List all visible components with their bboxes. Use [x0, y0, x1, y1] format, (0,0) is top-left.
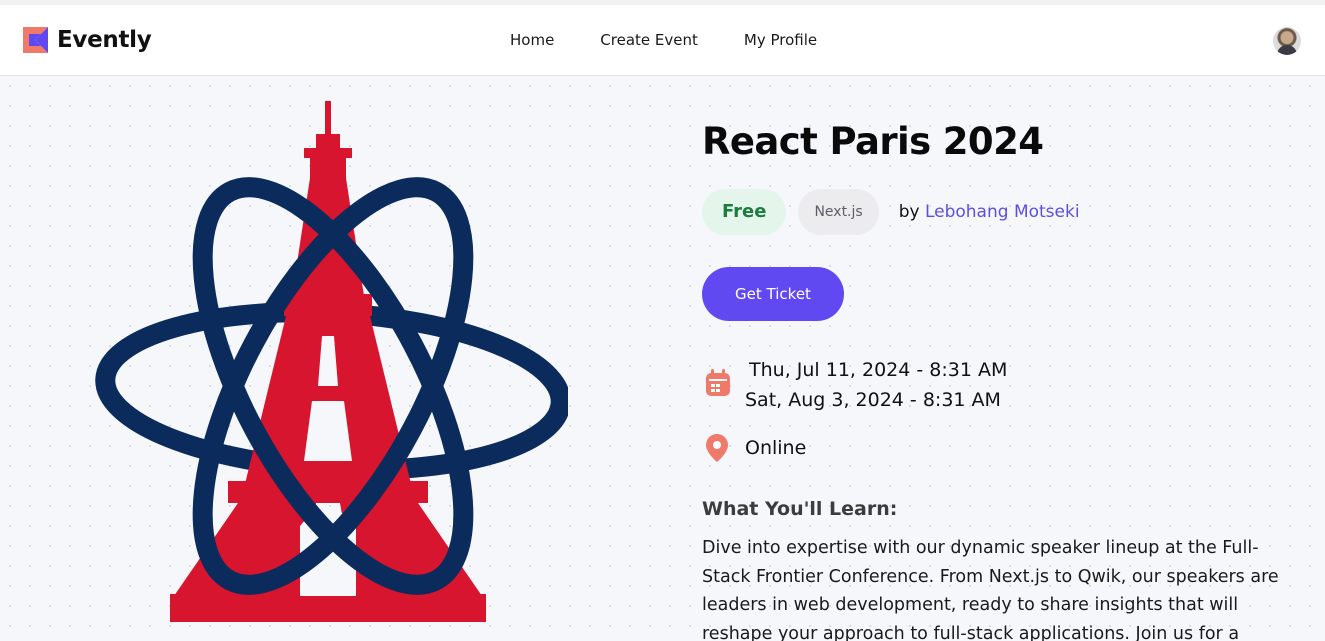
nav-home[interactable]: Home [510, 30, 554, 50]
get-ticket-button[interactable]: Get Ticket [702, 267, 844, 321]
logo[interactable]: Evently [21, 25, 152, 55]
organizer-line: by Lebohang Motseki [899, 202, 1080, 222]
organizer-link[interactable]: Lebohang Motseki [925, 202, 1080, 222]
end-date: Sat, Aug 3, 2024 - 8:31 AM [745, 389, 1001, 411]
calendar-icon [706, 369, 730, 396]
nav-my-profile[interactable]: My Profile [744, 30, 817, 50]
main-nav: Home Create Event My Profile [510, 30, 863, 50]
location-text: Online [745, 437, 807, 459]
event-meta: Free Next.js by Lebohang Motseki [702, 189, 1080, 235]
price-badge: Free [702, 189, 787, 235]
event-description: Dive into expertise with our dynamic spe… [702, 538, 1279, 641]
date-range: Thu, Jul 11, 2024 - 8:31 AM Sat, Aug 3, … [745, 355, 1007, 415]
start-date: Thu, Jul 11, 2024 - 8:31 AM [749, 359, 1008, 381]
event-image [95, 101, 568, 622]
nav-create-event[interactable]: Create Event [600, 30, 698, 50]
by-prefix: by [898, 202, 920, 222]
learn-heading: What You'll Learn: [702, 498, 898, 520]
evently-logo-icon [23, 27, 48, 53]
event-location: Online [706, 434, 806, 462]
avatar-shoulders [1277, 45, 1297, 55]
category-badge: Next.js [798, 189, 879, 235]
event-details: React Paris 2024 Free Next.js by Lebohan… [0, 76, 1325, 641]
header: Evently Home Create Event My Profile [0, 5, 1325, 76]
user-avatar[interactable] [1273, 27, 1301, 55]
logo-text: Evently [57, 27, 152, 53]
event-title: React Paris 2024 [702, 120, 1044, 163]
location-pin-icon [706, 434, 728, 462]
